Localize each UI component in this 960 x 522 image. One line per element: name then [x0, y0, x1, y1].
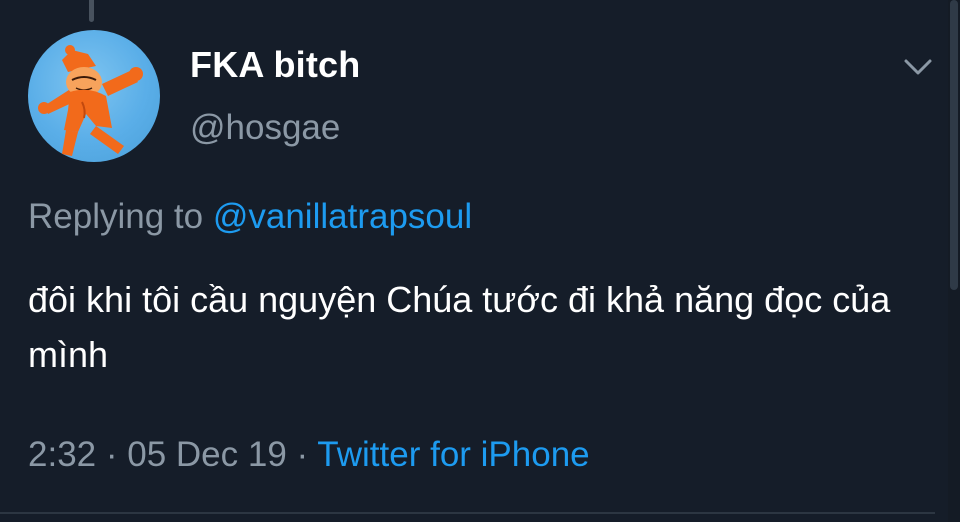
scrollbar[interactable] [948, 0, 960, 522]
tweet-text: đôi khi tôi cầu nguyện Chúa tước đi khả … [28, 279, 891, 375]
thread-connector-line [89, 0, 94, 22]
replying-to-line: Replying to @vanillatrapsoul [28, 197, 472, 237]
tweet-date: 05 Dec 19 [127, 435, 287, 474]
tweet-menu-button[interactable] [898, 50, 938, 84]
display-name[interactable]: FKA bitch [190, 44, 360, 86]
mention-link[interactable]: @vanillatrapsoul [213, 197, 472, 236]
meta-separator: · [105, 435, 118, 474]
meta-separator: · [296, 435, 309, 474]
user-handle[interactable]: @hosgae [190, 108, 340, 148]
avatar-figure-icon [38, 45, 143, 156]
replying-to-label: Replying to [28, 197, 204, 236]
avatar[interactable] [28, 30, 160, 162]
chevron-down-icon [904, 59, 932, 75]
tweet-meta: 2:32 · 05 Dec 19 · Twitter for iPhone [28, 435, 590, 475]
tweet-time: 2:32 [28, 435, 97, 474]
tweet-source-link[interactable]: Twitter for iPhone [317, 435, 589, 474]
divider [0, 512, 935, 514]
scrollbar-thumb[interactable] [950, 0, 958, 290]
